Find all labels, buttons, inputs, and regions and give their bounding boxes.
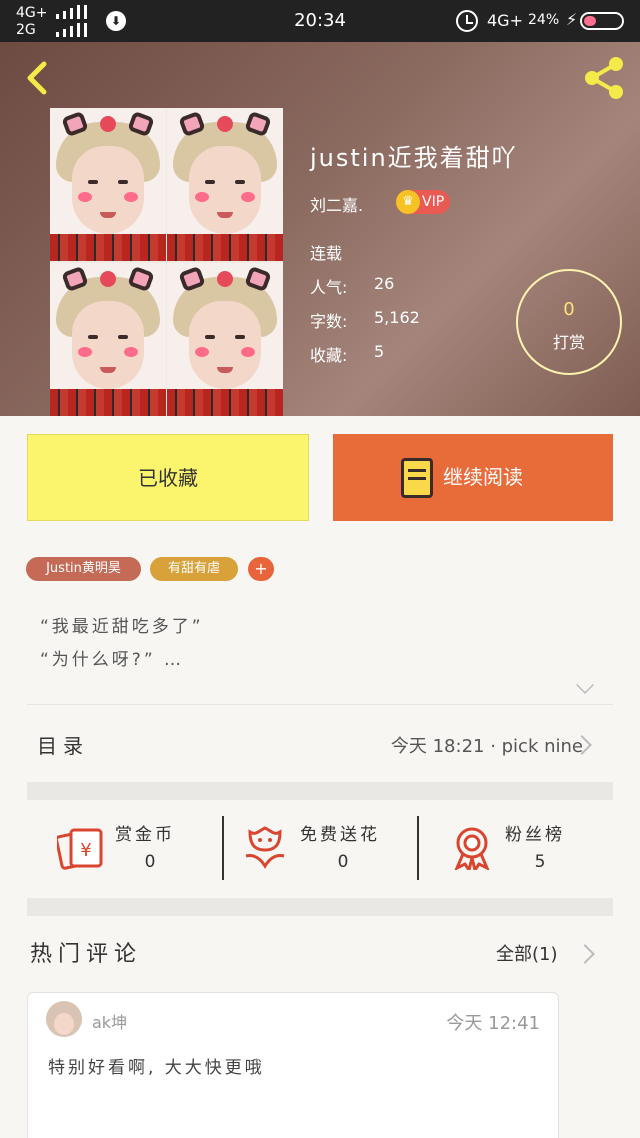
book-cover-image [50,108,283,416]
latest-update: 今天 18:21 · pick nine [390,736,583,757]
battery-icon [580,12,624,30]
tag-justin[interactable]: Justin黄明昊 [26,557,141,581]
book-header: justin近我着甜吖 刘二嘉. ♛ VIP 连载 人气: 26 字数: 5,162… [0,42,640,416]
fan-ranking-item[interactable]: 粉丝榜 5 [419,800,613,898]
avatar[interactable] [46,1001,82,1037]
favorites-stat: 收藏: 5 [310,342,385,365]
free-flower-item[interactable]: 免费送花 0 [224,800,417,898]
expand-chevron-icon[interactable] [576,676,594,694]
back-arrow-icon[interactable] [18,58,58,98]
vip-badge: ♛ VIP [396,190,450,214]
comment-username[interactable]: ak坤 [92,1009,127,1033]
tip-button[interactable]: 0 打赏 [516,269,622,375]
add-tag-button[interactable]: + [248,557,274,581]
divider [27,704,613,705]
hot-comments-title: 热门评论 [30,942,143,967]
tip-label: 打赏 [552,333,585,352]
toc-label: 目录 [37,734,89,758]
share-icon[interactable] [580,54,628,102]
all-comments-link[interactable]: 全部(1) [496,940,558,966]
crown-icon: ♛ [396,190,420,214]
alarm-icon [456,10,478,32]
medal-icon [454,827,490,870]
intro-line: “为什么呀?” … [40,650,185,670]
charging-icon: ⚡ [566,10,578,29]
svg-text:¥: ¥ [80,840,91,861]
support-panel: ¥ 赏金币 0 免费送花 0 粉丝榜 5 [27,800,613,898]
comment-card[interactable]: ak坤 今天 12:41 特别好看啊, 大大快更哦 [27,992,559,1138]
book-icon [401,458,433,498]
section-separator [27,898,613,916]
popularity-stat: 人气: 26 [310,274,395,297]
tag-sweet-angst[interactable]: 有甜有虐 [150,557,238,581]
battery-percent: 24% [528,12,560,28]
network-type: 4G+ [487,11,523,30]
flower-icon [245,826,285,869]
section-separator [27,782,613,800]
book-title: justin近我着甜吖 [310,144,518,172]
status-bar: 4G+ 2G ⬇ 20:34 4G+ 24% ⚡ [0,0,640,42]
continue-reading-button[interactable]: 继续阅读 [333,434,613,521]
table-of-contents-row[interactable]: 目录 今天 18:21 · pick nine [27,722,613,768]
author-name[interactable]: 刘二嘉. [310,192,363,216]
comment-time: 今天 12:41 [446,1013,540,1034]
intro-line: “我最近甜吃多了” [40,617,204,637]
serial-status: 连载 [310,244,343,263]
chevron-right-icon [575,944,595,964]
comment-text: 特别好看啊, 大大快更哦 [48,1058,265,1078]
coin-reward-item[interactable]: ¥ 赏金币 0 [27,800,222,898]
word-count-stat: 字数: 5,162 [310,308,420,331]
red-envelope-icon: ¥ [57,828,103,870]
tip-count: 0 [563,299,575,320]
collected-button[interactable]: 已收藏 [27,434,309,521]
